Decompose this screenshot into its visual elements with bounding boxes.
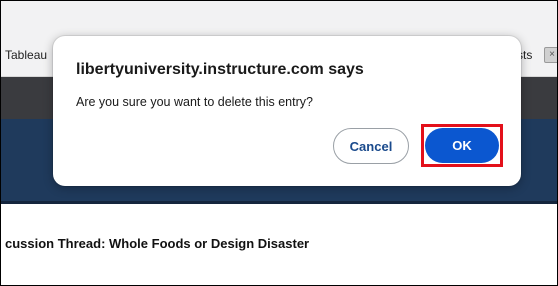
- close-icon[interactable]: ×: [544, 47, 557, 63]
- dialog-message: Are you sure you want to delete this ent…: [76, 95, 313, 109]
- confirm-dialog: libertyuniversity.instructure.com says A…: [53, 36, 521, 186]
- banner-divider: [1, 201, 557, 204]
- browser-window: Tableau sts × cussion Thread: Whole Food…: [0, 0, 558, 286]
- browser-toolbar: [1, 1, 557, 35]
- cancel-button[interactable]: Cancel: [333, 128, 409, 164]
- page-title: cussion Thread: Whole Foods or Design Di…: [5, 236, 310, 251]
- bookmark-tableau[interactable]: Tableau: [5, 48, 47, 62]
- dialog-title: libertyuniversity.instructure.com says: [76, 61, 364, 78]
- ok-button[interactable]: OK: [425, 128, 499, 163]
